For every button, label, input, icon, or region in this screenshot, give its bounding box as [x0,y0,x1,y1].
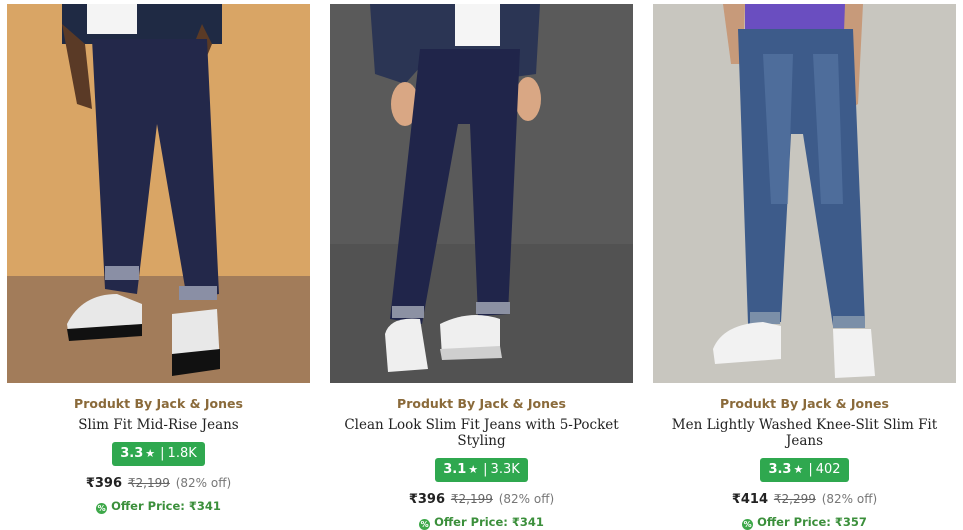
selling-price: ₹396 [408,492,446,507]
mrp-price: ₹2,199 [450,492,493,506]
offer-price-row: % Offer Price: ₹357 [653,515,956,530]
offer-price-row: % Offer Price: ₹341 [7,499,310,514]
offer-price: Offer Price: ₹341 [111,499,221,513]
product-image[interactable] [330,4,633,383]
rating-value: 3.3 [768,462,792,477]
star-icon: ★ [468,463,479,476]
price-row: ₹396 ₹2,199 (82% off) [330,492,633,507]
price-row: ₹414 ₹2,299 (82% off) [653,492,956,507]
offer-price-row: % Offer Price: ₹341 [330,515,633,530]
offer-tag-icon: % [96,503,108,514]
product-title[interactable]: Clean Look Slim Fit Jeans with 5-Pocket … [330,417,633,449]
price-row: ₹396 ₹2,199 (82% off) [7,476,310,491]
offer-price: Offer Price: ₹341 [434,515,544,529]
discount-percent: (82% off) [175,476,232,490]
rating-separator: | [483,462,488,477]
star-icon: ★ [793,463,804,476]
product-card[interactable]: Produkt By Jack & Jones Clean Look Slim … [330,4,633,530]
rating-separator: | [160,446,165,461]
rating-badge: 3.3 ★ | 402 [760,458,849,482]
rating-value: 3.1 [443,462,467,477]
product-card[interactable]: Produkt By Jack & Jones Slim Fit Mid-Ris… [7,4,310,514]
product-title[interactable]: Slim Fit Mid-Rise Jeans [7,417,310,433]
offer-price: Offer Price: ₹357 [757,515,867,529]
star-icon: ★ [145,447,156,460]
product-grid: Produkt By Jack & Jones Slim Fit Mid-Ris… [0,0,963,530]
mrp-price: ₹2,199 [127,476,170,490]
discount-percent: (82% off) [498,492,555,506]
rating-badge: 3.1 ★ | 3.3K [435,458,528,482]
selling-price: ₹396 [85,476,123,491]
product-title[interactable]: Men Lightly Washed Knee-Slit Slim Fit Je… [653,417,956,449]
brand-name[interactable]: Produkt By Jack & Jones [7,396,310,411]
rating-count: 3.3K [490,462,520,477]
brand-name[interactable]: Produkt By Jack & Jones [653,396,956,411]
rating-count: 1.8K [167,446,197,461]
mrp-price: ₹2,299 [773,492,816,506]
rating-count: 402 [815,462,841,477]
product-image[interactable] [7,4,310,383]
rating-value: 3.3 [120,446,144,461]
discount-percent: (82% off) [821,492,878,506]
product-card[interactable]: Produkt By Jack & Jones Men Lightly Wash… [653,4,956,530]
product-image[interactable] [653,4,956,383]
rating-separator: | [808,462,813,477]
brand-name[interactable]: Produkt By Jack & Jones [330,396,633,411]
rating-badge: 3.3 ★ | 1.8K [112,442,205,466]
selling-price: ₹414 [731,492,769,507]
